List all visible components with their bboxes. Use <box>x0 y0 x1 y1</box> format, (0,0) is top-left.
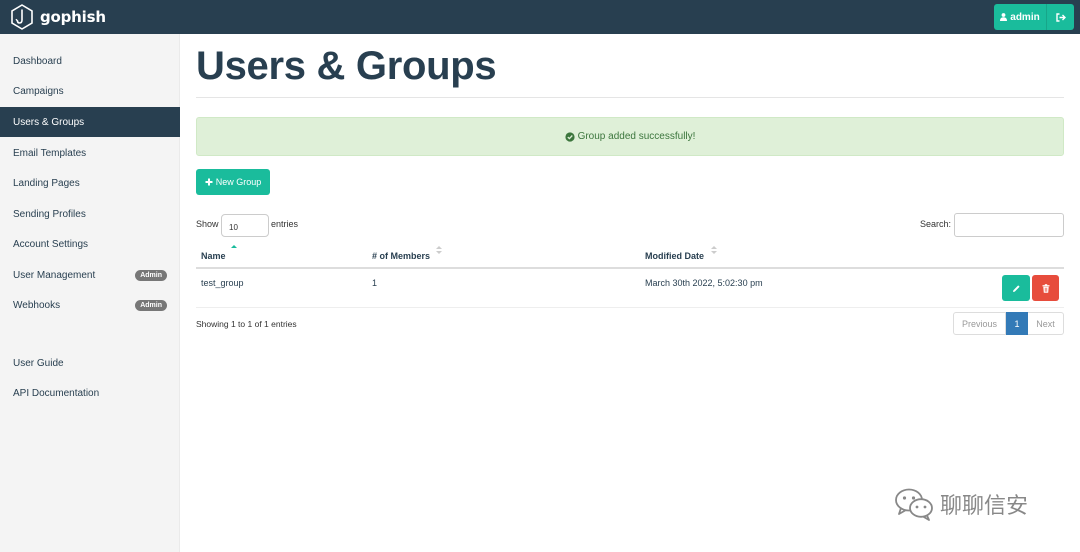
sidebar-item-label: User Management <box>13 269 96 281</box>
sidebar-item-api-documentation[interactable]: API Documentation <box>0 378 180 408</box>
search-label: Search: <box>920 219 952 229</box>
brand[interactable]: gophish <box>10 4 106 30</box>
admin-badge: Admin <box>135 300 167 311</box>
success-alert: Group added successfully! <box>196 117 1064 156</box>
sidebar-item-user-guide[interactable]: User Guide <box>0 348 180 378</box>
pagination: Previous 1 Next <box>953 312 1064 335</box>
brand-name: gophish <box>40 8 106 26</box>
admin-user-label: admin <box>1010 11 1040 23</box>
sidebar-item-campaigns[interactable]: Campaigns <box>0 76 180 106</box>
plus-icon <box>205 178 213 186</box>
sidebar-item-account-settings[interactable]: Account Settings <box>0 229 180 259</box>
column-header-members[interactable]: # of Members <box>372 251 430 261</box>
sidebar-item-dashboard[interactable]: Dashboard <box>0 46 180 76</box>
pagination-page-1[interactable]: 1 <box>1006 312 1028 335</box>
sidebar-item-label: Dashboard <box>13 55 62 67</box>
sidebar-item-label: Users & Groups <box>13 116 85 128</box>
sidebar-item-label: Email Templates <box>13 147 87 159</box>
admin-badge: Admin <box>135 270 167 281</box>
column-header-name[interactable]: Name <box>201 251 226 261</box>
new-group-label: New Group <box>215 177 262 187</box>
page-title: Users & Groups <box>196 44 497 88</box>
cell-members: 1 <box>372 278 378 288</box>
delete-group-button[interactable] <box>1032 275 1059 301</box>
sidebar-item-user-management[interactable]: User Management Admin <box>0 260 180 290</box>
admin-user-button[interactable]: admin <box>994 4 1046 30</box>
pencil-icon <box>1012 284 1020 292</box>
edit-group-button[interactable] <box>1002 275 1030 301</box>
new-group-button[interactable]: New Group <box>196 169 270 195</box>
row-divider <box>196 307 1064 308</box>
sort-both-icon <box>711 246 717 254</box>
sidebar: Dashboard Campaigns Users & Groups Email… <box>0 34 180 552</box>
sidebar-item-email-templates[interactable]: Email Templates <box>0 138 180 168</box>
sidebar-item-webhooks[interactable]: Webhooks Admin <box>0 290 180 320</box>
gophish-logo-icon <box>11 4 33 30</box>
entries-label: entries <box>271 219 299 229</box>
cell-group-name: test_group <box>201 278 244 288</box>
sidebar-item-label: Webhooks <box>13 299 61 311</box>
user-menu: admin <box>994 4 1074 30</box>
sign-out-icon <box>1055 12 1066 22</box>
sidebar-item-label: User Guide <box>13 357 64 369</box>
column-header-modified-date[interactable]: Modified Date <box>645 251 704 261</box>
pagination-previous[interactable]: Previous <box>953 312 1006 335</box>
table-info: Showing 1 to 1 of 1 entries <box>196 319 297 329</box>
sidebar-item-label: API Documentation <box>13 387 100 399</box>
watermark: 聊聊信安 <box>894 487 1028 521</box>
sort-asc-icon <box>231 245 237 248</box>
logout-button[interactable] <box>1046 4 1074 30</box>
pagination-next[interactable]: Next <box>1028 312 1064 335</box>
sidebar-item-label: Account Settings <box>13 238 89 250</box>
alert-message: Group added successfully! <box>577 131 696 142</box>
title-divider <box>196 97 1064 98</box>
sort-both-icon <box>436 246 442 254</box>
wechat-icon <box>895 488 933 521</box>
sidebar-item-label: Sending Profiles <box>13 208 86 220</box>
sidebar-item-label: Campaigns <box>13 85 64 97</box>
sidebar-item-sending-profiles[interactable]: Sending Profiles <box>0 199 180 229</box>
sidebar-item-label: Landing Pages <box>13 177 80 189</box>
search-input[interactable] <box>954 213 1064 237</box>
table-header-divider <box>196 267 1064 269</box>
watermark-text: 聊聊信安 <box>940 494 1029 519</box>
trash-icon <box>1042 283 1049 293</box>
page-length-select[interactable]: 10 <box>221 214 269 237</box>
cell-modified-date: March 30th 2022, 5:02:30 pm <box>645 278 763 288</box>
sidebar-item-landing-pages[interactable]: Landing Pages <box>0 168 180 198</box>
user-icon <box>1000 13 1008 21</box>
show-label: Show <box>196 219 219 229</box>
check-circle-icon <box>564 131 575 142</box>
sidebar-item-users-groups[interactable]: Users & Groups <box>0 107 180 137</box>
top-navbar: gophish admin <box>0 0 1080 34</box>
